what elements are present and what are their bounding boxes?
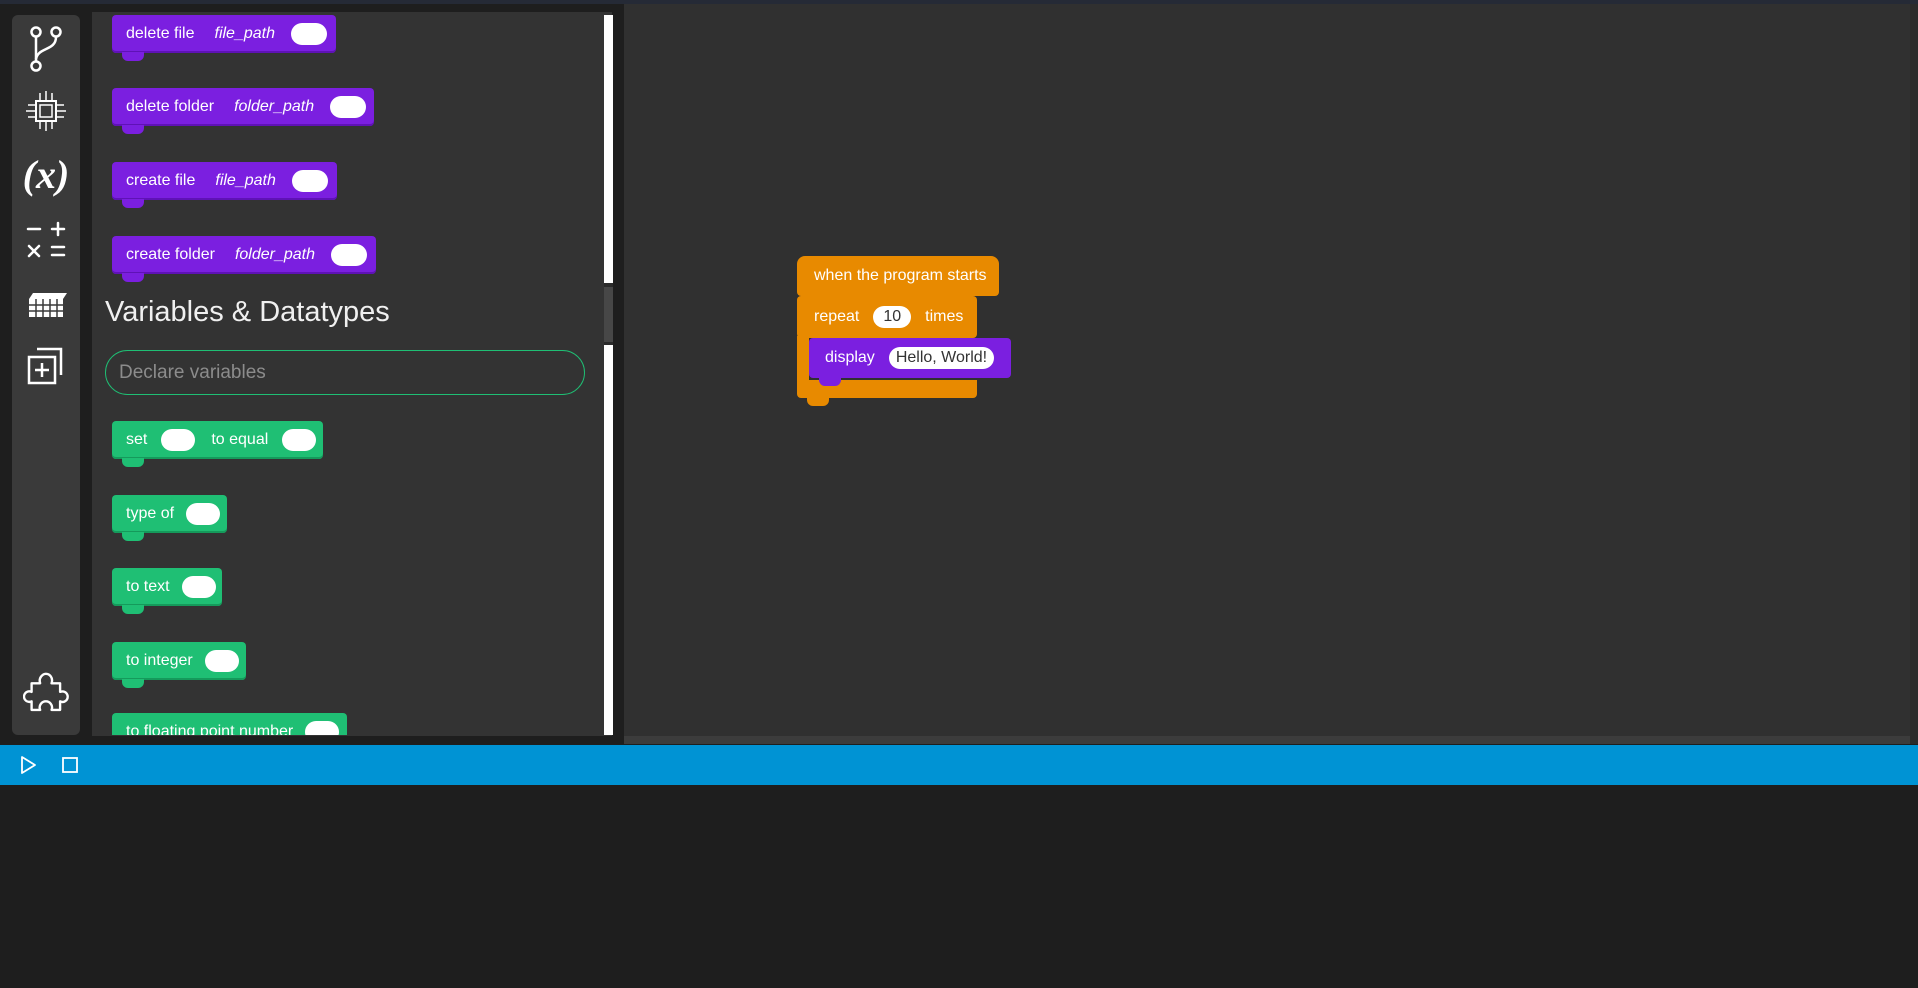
add-component-icon[interactable] [20,340,72,392]
workspace-horizontal-scrollbar[interactable] [624,736,1910,744]
to-text-block[interactable]: to text [112,568,222,614]
data-table-icon[interactable] [20,277,72,329]
display-block[interactable]: display Hello, World! [809,338,1011,386]
repeat-block-header[interactable]: repeat 10 times [797,296,977,338]
run-icon[interactable] [18,755,38,775]
block-input-slot[interactable] [291,170,328,192]
block-label: to text [126,578,170,595]
block-label: set [126,431,148,448]
workspace-vertical-scrollbar[interactable] [1910,4,1918,744]
output-panel [0,785,1918,988]
block-input-slot[interactable] [181,576,216,598]
block-label: delete folder [126,98,215,115]
variables-icon[interactable]: (x) [20,148,72,200]
repeat-count-input[interactable]: 10 [873,306,912,328]
block-label: type of [126,505,175,522]
display-value-input[interactable]: Hello, World! [888,347,995,369]
category-rail: (x) [12,15,80,735]
declare-variables-input[interactable] [105,350,585,395]
delete-folder-block[interactable]: delete folder folder_path [112,88,374,134]
block-input-slot[interactable] [161,429,196,451]
hardware-icon[interactable] [20,85,72,137]
create-file-block[interactable]: create file file_path [112,162,337,208]
create-folder-block[interactable]: create folder folder_path [112,236,376,282]
stop-icon[interactable] [60,755,80,775]
math-operators-icon[interactable] [20,215,72,267]
block-input-slot[interactable] [186,503,221,525]
repeat-block-arm [797,336,809,382]
block-param: folder_path [234,246,315,263]
to-floating-point-block[interactable]: to floating point number [112,713,347,735]
block-label: create file [126,172,196,189]
block-param: file_path [214,25,276,42]
block-label-suffix: times [925,308,964,325]
extensions-puzzle-icon[interactable] [20,667,72,719]
block-label: to floating point number [126,723,294,735]
control-flow-icon[interactable] [20,23,72,75]
block-label: create folder [126,246,215,263]
status-bar [0,745,1918,785]
delete-file-block[interactable]: delete file file_path [112,15,336,61]
block-input-slot[interactable] [305,721,340,735]
block-label: to integer [126,652,193,669]
block-input-slot[interactable] [331,244,367,266]
block-input-slot[interactable] [282,429,317,451]
block-label: when the program starts [814,267,987,284]
block-param: file_path [215,172,276,189]
block-label: display [825,349,875,366]
flyout-scrollbar-thumb[interactable] [604,15,613,283]
when-program-starts-block[interactable]: when the program starts [797,256,999,296]
block-input-slot[interactable] [204,650,239,672]
block-input-slot[interactable] [291,23,327,45]
flyout-scrollbar-thumb-lower[interactable] [604,345,613,735]
variables-glyph: (x) [22,151,70,197]
block-label-secondary: to equal [211,431,269,448]
flyout-scrollbar-divider [604,287,613,342]
block-label: delete file [126,25,195,42]
to-integer-block[interactable]: to integer [112,642,246,688]
section-title-variables: Variables & Datatypes [105,296,390,328]
block-param: folder_path [234,98,315,115]
block-label: repeat [814,308,860,325]
set-variable-block[interactable]: set to equal [112,421,323,467]
flyout-clip: to floating point number [92,700,602,735]
type-of-block[interactable]: type of [112,495,227,541]
block-input-slot[interactable] [330,96,367,118]
